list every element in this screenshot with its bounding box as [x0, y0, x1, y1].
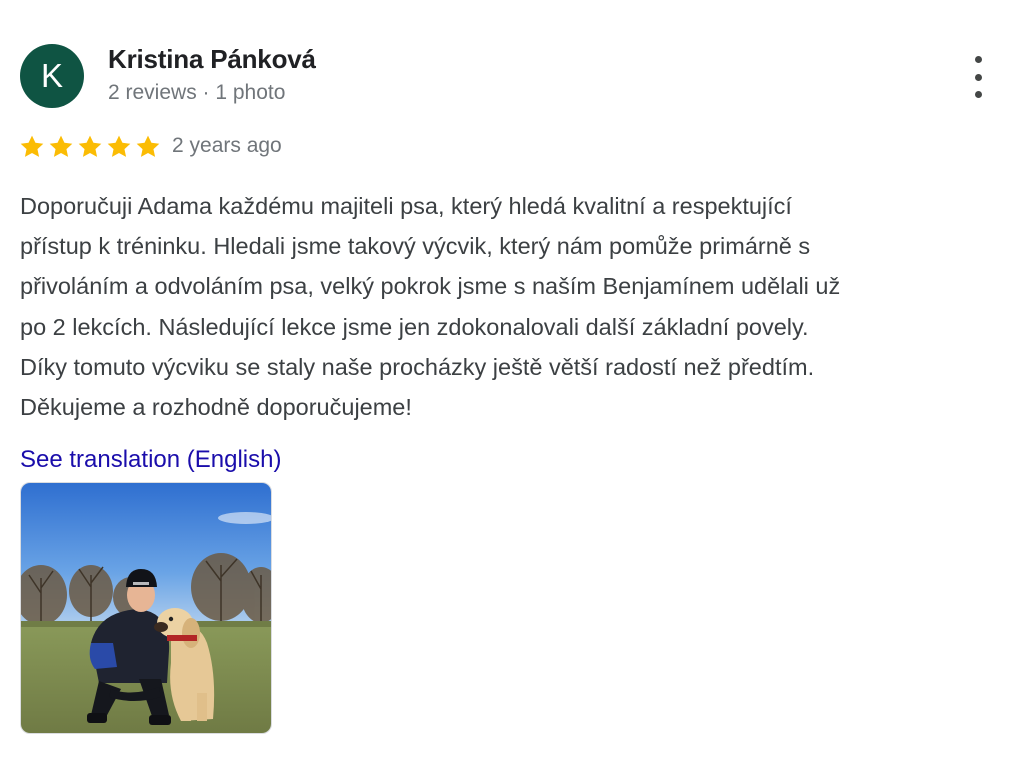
review-text-line: přivoláním a odvoláním psa, velký pokrok… — [20, 273, 841, 300]
star-rating — [18, 130, 163, 164]
review-text-line: Doporučuji Adama každému majiteli psa, k… — [20, 193, 792, 219]
dot — [974, 91, 982, 98]
dot — [974, 56, 982, 63]
dot — [974, 73, 982, 81]
review-time: 2 years ago — [172, 134, 282, 157]
star-icon — [49, 135, 73, 157]
review-text-line: po 2 lekcích. Následující lekce jsme jen… — [20, 313, 809, 340]
review-text-line: přístup k tréninku. Hledali jsme takový … — [20, 233, 811, 260]
star-icon — [78, 135, 102, 157]
author-name[interactable]: Kristina Pánková — [108, 44, 316, 75]
avatar[interactable]: K — [20, 44, 84, 108]
more-options-icon[interactable] — [962, 56, 994, 98]
avatar-initial: K — [40, 57, 63, 94]
review-text-line: Díky tomuto výcviku se staly naše prochá… — [20, 353, 815, 380]
review-text-line: Děkujeme a rozhodně doporučujeme! — [20, 394, 412, 421]
review-photo[interactable] — [20, 482, 272, 734]
star-icon — [136, 135, 160, 157]
photo-man-with-dog — [21, 483, 271, 733]
review-text: Doporučuji Adama každému majiteli psa, k… — [20, 186, 1020, 427]
see-translation-link[interactable]: See translation (English) — [20, 446, 281, 474]
author-meta: 2 reviews · 1 photo — [108, 81, 286, 104]
star-icon — [107, 135, 131, 157]
star-icon — [20, 135, 44, 157]
